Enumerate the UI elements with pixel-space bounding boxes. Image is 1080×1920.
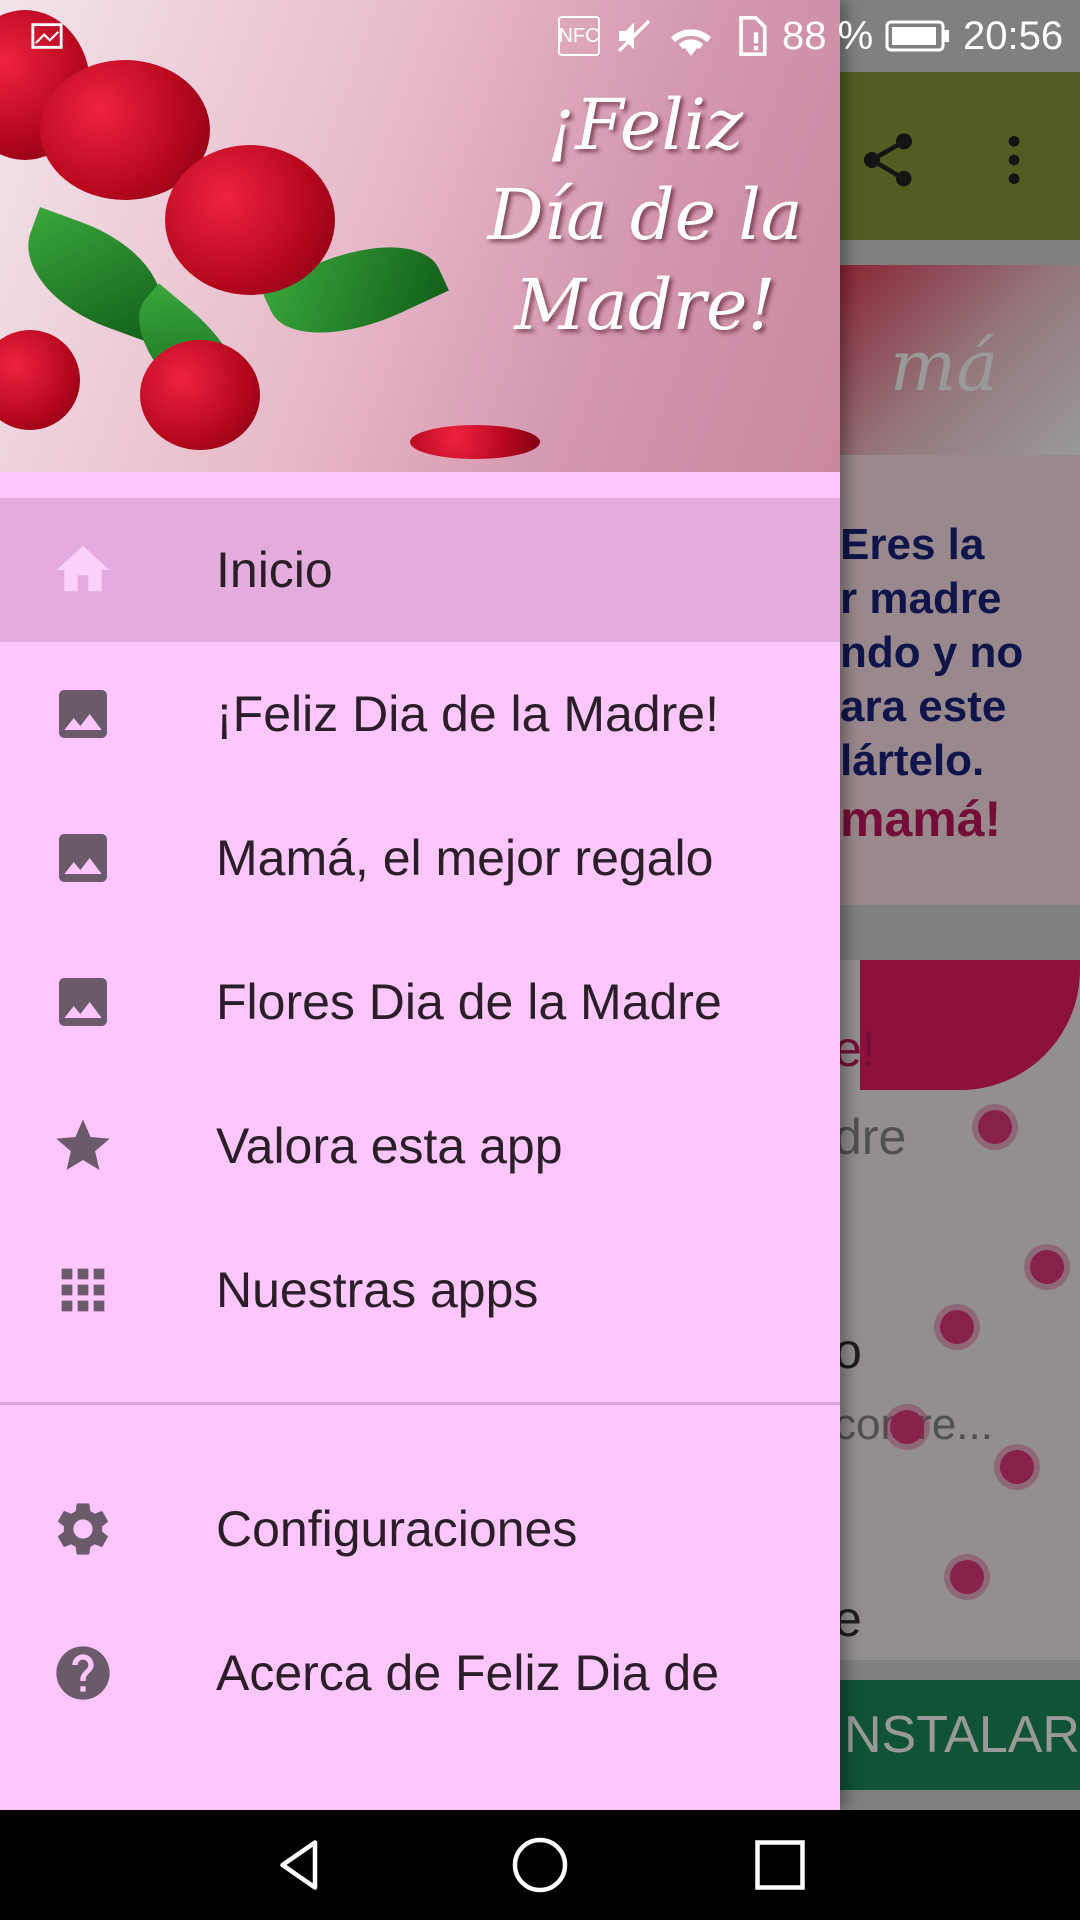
menu-item-label: Flores Dia de la Madre: [216, 974, 722, 1030]
menu-item-label: Mamá, el mejor regalo: [216, 830, 714, 886]
menu-item-configuraciones[interactable]: Configuraciones: [0, 1457, 840, 1601]
menu-item-label: ¡Feliz Dia de la Madre!: [216, 686, 719, 742]
nfc-icon: NFC: [558, 16, 600, 56]
petal-shape: [410, 425, 540, 459]
menu-item-label: Configuraciones: [216, 1501, 578, 1557]
drawer-header-title: ¡Feliz Día de la Madre!: [455, 80, 835, 350]
header-title-line: Día de la: [487, 174, 803, 256]
apps-grid-icon: [50, 1260, 116, 1320]
menu-item-label: Acerca de Feliz Dia de: [216, 1645, 720, 1701]
back-icon[interactable]: [270, 1835, 330, 1895]
menu-item-nuestras-apps[interactable]: Nuestras apps: [0, 1218, 840, 1362]
menu-item-label: Valora esta app: [216, 1118, 563, 1174]
navigation-drawer: ¡Feliz Día de la Madre! Inicio ¡Feliz Di…: [0, 0, 840, 1810]
header-title-line: Madre!: [514, 264, 776, 346]
image-icon: [50, 972, 116, 1032]
wifi-icon: [664, 16, 718, 56]
rose-shape: [165, 145, 335, 295]
star-icon: [50, 1116, 116, 1176]
recents-icon[interactable]: [750, 1835, 810, 1895]
image-icon: [50, 684, 116, 744]
menu-divider: [0, 1402, 840, 1405]
menu-item-acerca-de[interactable]: Acerca de Feliz Dia de: [0, 1601, 840, 1745]
menu-item-flores[interactable]: Flores Dia de la Madre: [0, 930, 840, 1074]
menu-item-mama-regalo[interactable]: Mamá, el mejor regalo: [0, 786, 840, 930]
clock: 20:56: [963, 13, 1064, 58]
rose-shape: [140, 340, 260, 450]
image-icon: [50, 828, 116, 888]
sim-alert-icon: [735, 16, 769, 56]
screenshot-icon: [30, 16, 64, 56]
header-title-line: ¡Feliz: [547, 84, 743, 166]
system-nav-bar: [0, 1810, 1080, 1920]
menu-item-inicio[interactable]: Inicio: [0, 498, 840, 642]
home-circle-icon[interactable]: [510, 1835, 570, 1895]
menu-item-valora[interactable]: Valora esta app: [0, 1074, 840, 1218]
home-icon: [50, 540, 116, 600]
status-bar: NFC 88 % 20:56: [0, 0, 1080, 72]
menu-item-feliz-dia[interactable]: ¡Feliz Dia de la Madre!: [0, 642, 840, 786]
silent-icon: [614, 16, 654, 56]
help-icon: [50, 1643, 116, 1703]
menu-item-label: Inicio: [216, 542, 333, 598]
rose-shape: [0, 330, 80, 430]
drawer-menu: Inicio ¡Feliz Dia de la Madre! Mamá, el …: [0, 498, 840, 1745]
battery-icon: [885, 16, 951, 56]
settings-gear-icon: [50, 1499, 116, 1559]
menu-item-label: Nuestras apps: [216, 1262, 539, 1318]
battery-percent: 88 %: [782, 13, 874, 58]
